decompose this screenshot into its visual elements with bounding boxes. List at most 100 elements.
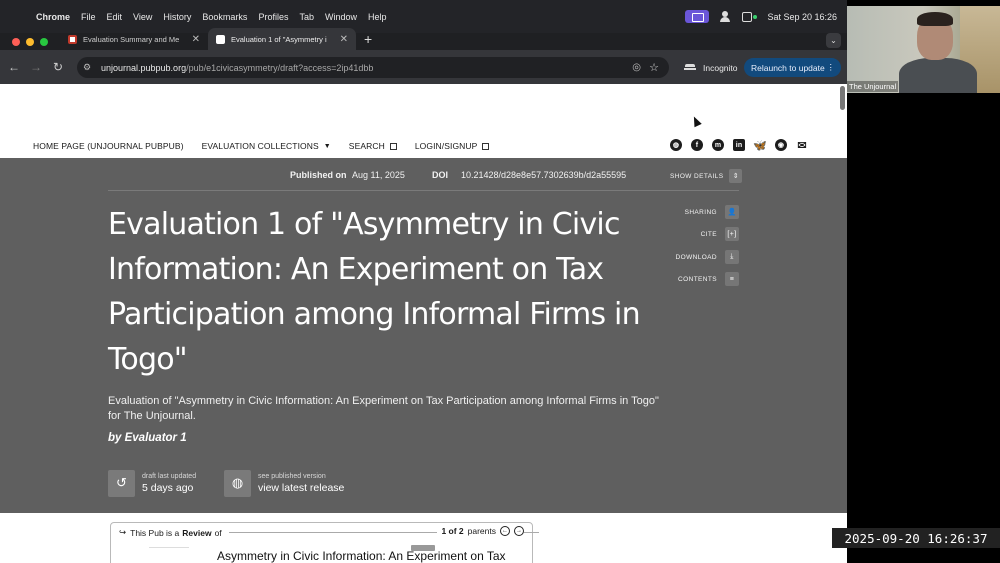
menu-window[interactable]: Window [325,12,357,22]
close-window-icon[interactable] [12,38,20,46]
sharing-button[interactable]: SHARING 👤 [599,205,739,219]
github-icon[interactable]: ◉ [775,139,787,151]
parent-thumbnail[interactable] [149,547,189,561]
social-links: ◍ f m in 🦋 ◉ ✉ [670,139,808,152]
page-scrollbar[interactable] [840,86,845,110]
cite-button[interactable]: CITE [+] [599,227,739,241]
draft-updated-value: 5 days ago [142,481,194,494]
caret-down-icon: ▼ [323,142,331,150]
facebook-icon[interactable]: f [691,139,703,151]
tab-label: Evaluation Summary and Me [83,34,180,44]
nav-login[interactable]: LOGIN/SIGNUP [415,141,490,151]
parent-pub-title[interactable]: Asymmetry in Civic Information: An Exper… [217,549,506,563]
review-of-heading: ↪ This Pub is a Review of [119,527,222,538]
draft-updated-text: draft last updated 5 days ago [142,473,196,494]
favicon-icon [216,34,225,44]
recording-timestamp: 2025-09-20 16:26:37 [832,528,1000,548]
menu-help[interactable]: Help [368,12,387,22]
url-host: unjournal.pubpub.org [101,62,187,73]
globe-icon[interactable]: ◍ [670,139,682,151]
nav-evaluation-collections[interactable]: EVALUATION COLLECTIONS ▼ [202,141,331,151]
webcam-overlay: The Unjournal [847,6,1000,93]
relaunch-label: Relaunch to update [751,62,825,73]
zoom-window-icon[interactable] [40,38,48,46]
byline: by Evaluator 1 [108,432,187,444]
previous-parent-icon[interactable]: ← [500,526,510,536]
user-icon[interactable] [719,11,731,22]
menu-profiles[interactable]: Profiles [258,12,288,22]
globe-icon: ◍ [224,469,251,497]
screen: Chrome File Edit View History Bookmarks … [0,0,847,563]
window-controls [12,38,48,46]
close-tab-icon[interactable]: ✕ [186,34,200,45]
pub-header: Published on Aug 11, 2025 DOI 10.21428/d… [0,158,847,513]
mastodon-icon[interactable]: m [712,139,724,151]
external-link-icon [389,142,397,150]
nav-home[interactable]: HOME PAGE (UNJOURNAL PUBPUB) [33,141,184,151]
pub-description: Evaluation of "Asymmetry in Civic Inform… [108,395,659,422]
tab-label: Evaluation 1 of "Asymmetry i [231,34,327,44]
reload-icon[interactable]: ↻ [47,60,69,74]
nav-login-label: LOGIN/SIGNUP [414,141,478,151]
menu-history[interactable]: History [163,12,191,22]
screen-share-icon[interactable] [685,10,710,23]
tab-evaluation-summary[interactable]: Evaluation Summary and Me ✕ [60,28,208,50]
published-version-link[interactable]: ◍ see published version view latest rele… [224,468,344,498]
review-prefix: This Pub is a [130,527,180,538]
webcam-label: The Unjournal [847,81,899,92]
incognito-icon [684,63,696,72]
url-text[interactable]: unjournal.pubpub.org/pub/e1civicasymmetr… [101,63,373,73]
menu-tab[interactable]: Tab [299,12,314,22]
expand-icon: ⇕ [729,169,743,183]
menu-file[interactable]: File [81,12,96,22]
site-settings-icon[interactable]: ⚙ [83,62,97,73]
nav-collections-label: EVALUATION COLLECTIONS [201,141,319,151]
nav-search[interactable]: SEARCH [349,141,397,151]
incognito-indicator[interactable]: Incognito [676,58,746,77]
doi-value[interactable]: 10.21428/d28e8e57.7302639b/d2a55595 [461,170,626,180]
view-latest-release-link[interactable]: view latest release [258,482,344,494]
share-users-icon: 👤 [725,205,739,219]
favicon-icon [68,34,77,44]
download-button[interactable]: DOWNLOAD ⤓ [599,250,739,264]
draft-updated-info: ↺ draft last updated 5 days ago [108,468,196,498]
close-tab-icon[interactable]: ✕ [334,34,348,45]
tab-search-icon[interactable]: ⌄ [826,33,841,48]
relaunch-button[interactable]: Relaunch to update ⋮ [744,58,841,77]
show-details-label: SHOW DETAILS [670,172,724,180]
contents-button[interactable]: CONTENTS ≡ [599,272,739,286]
forward-icon[interactable]: → [25,60,47,74]
eye-off-icon[interactable]: ◎ [632,62,641,73]
new-tab-icon[interactable]: + [364,31,372,47]
menu-view[interactable]: View [133,12,152,22]
more-icon[interactable]: ⋮ [827,62,836,73]
url-path: /pub/e1civicasymmetry/draft?access=2ip41… [186,62,374,73]
return-arrow-icon: ↪ [119,527,127,537]
email-icon[interactable]: ✉ [796,139,808,152]
next-parent-icon[interactable]: → [514,526,524,536]
minimize-window-icon[interactable] [26,38,34,46]
linkedin-icon[interactable]: in [733,139,745,151]
back-icon[interactable]: ← [3,60,25,74]
review-of-box: ↪ This Pub is a Review of 1 of 2 parents… [110,522,539,563]
menu-edit[interactable]: Edit [107,12,123,22]
bookmark-star-icon[interactable]: ☆ [649,61,659,74]
parents-count: 1 of 2 [441,526,464,536]
parents-label: parents [467,526,496,536]
divider [108,190,739,191]
list-icon: ≡ [725,272,739,286]
bluesky-icon[interactable]: 🦋 [753,139,767,152]
address-bar[interactable]: ⚙ unjournal.pubpub.org/pub/e1civicasymme… [77,57,669,78]
browser-toolbar: ← → ↻ ⚙ unjournal.pubpub.org/pub/e1civic… [0,50,847,84]
menu-bookmarks[interactable]: Bookmarks [202,12,247,22]
control-center-icon[interactable] [741,11,758,22]
site-nav: HOME PAGE (UNJOURNAL PUBPUB) EVALUATION … [0,134,840,158]
menu-app-name[interactable]: Chrome [36,12,70,22]
page-content: HOME PAGE (UNJOURNAL PUBPUB) EVALUATION … [0,84,847,563]
history-icon: ↺ [108,469,135,497]
tab-evaluation-1[interactable]: Evaluation 1 of "Asymmetry i ✕ [208,28,356,50]
published-version-text: see published version view latest releas… [258,473,344,494]
download-label: DOWNLOAD [675,253,717,261]
menubar-datetime[interactable]: Sat Sep 20 16:26 [767,12,837,22]
show-details-button[interactable]: SHOW DETAILS ⇕ [670,169,743,183]
